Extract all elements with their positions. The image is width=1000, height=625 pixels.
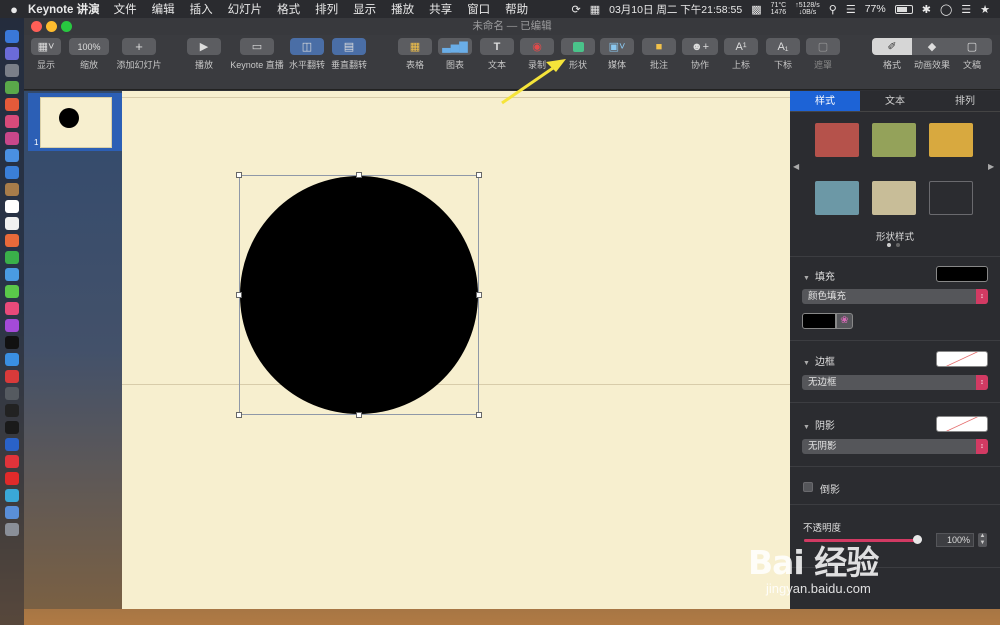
annotation-arrow-line — [501, 64, 557, 105]
baidu-watermark: Bai 经验 jingyan.baidu.com — [748, 536, 879, 596]
watermark-url: jingyan.baidu.com — [766, 581, 871, 596]
watermark-brand: Bai 经验 — [748, 543, 879, 582]
annotation-arrow — [501, 59, 566, 105]
